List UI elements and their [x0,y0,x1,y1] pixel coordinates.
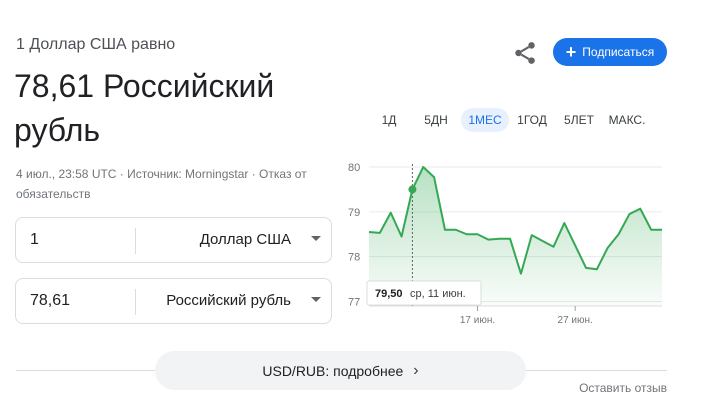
more-details-button[interactable]: USD/RUB: подробнее › [155,351,526,390]
tooltip-value: 79,50 [375,288,403,300]
to-currency-field[interactable]: 78,61 Российский рубль [15,278,332,324]
y-tick-label: 80 [348,162,360,174]
dropdown-arrow-icon[interactable] [311,297,321,302]
source-meta: 4 июл., 23:58 UTC · Источник: Morningsta… [16,167,307,201]
from-currency-select[interactable]: Доллар США [200,231,291,248]
conversion-subtitle: 1 Доллар США равно [16,36,176,53]
subscribe-button[interactable]: + Подписаться [553,38,667,66]
tab-1y[interactable]: 1ГОД [514,108,550,132]
share-icon-graphic [515,42,535,64]
exchange-rate-chart[interactable]: 77 78 79 80 17 июн. 27 июн. 79,50 ср, 11 июн. [340,148,670,338]
plus-icon: + [565,42,577,62]
tab-max[interactable]: МАКС. [606,108,648,132]
y-tick-label: 77 [348,297,360,309]
x-tick-label: 17 июн. [460,315,495,326]
chevron-right-icon: › [413,361,419,379]
y-tick-label: 79 [348,207,360,219]
from-amount-input[interactable]: 1 [30,231,39,249]
field-divider [135,228,136,254]
tooltip-date: ср, 11 июн. [410,288,466,300]
from-currency-field[interactable]: 1 Доллар США [15,217,332,263]
share-icon[interactable] [512,40,538,66]
tab-5y[interactable]: 5ЛЕТ [559,108,599,132]
to-amount-input[interactable]: 78,61 [30,292,70,310]
x-tick-label: 27 июн. [558,315,593,326]
tab-1d[interactable]: 1Д [374,108,404,132]
subscribe-label: Подписаться [582,45,655,59]
tab-5d[interactable]: 5ДН [418,108,454,132]
hover-point [408,185,417,194]
conversion-result: 78,61 Российский рубль [14,68,275,148]
dropdown-arrow-icon[interactable] [311,236,321,241]
y-tick-label: 78 [348,252,360,264]
more-details-label: USD/RUB: подробнее [262,362,404,379]
feedback-link[interactable]: Оставить отзыв [579,381,667,395]
to-currency-select[interactable]: Российский рубль [166,292,291,309]
field-divider [135,289,136,315]
tab-1m[interactable]: 1МЕС [461,108,509,132]
